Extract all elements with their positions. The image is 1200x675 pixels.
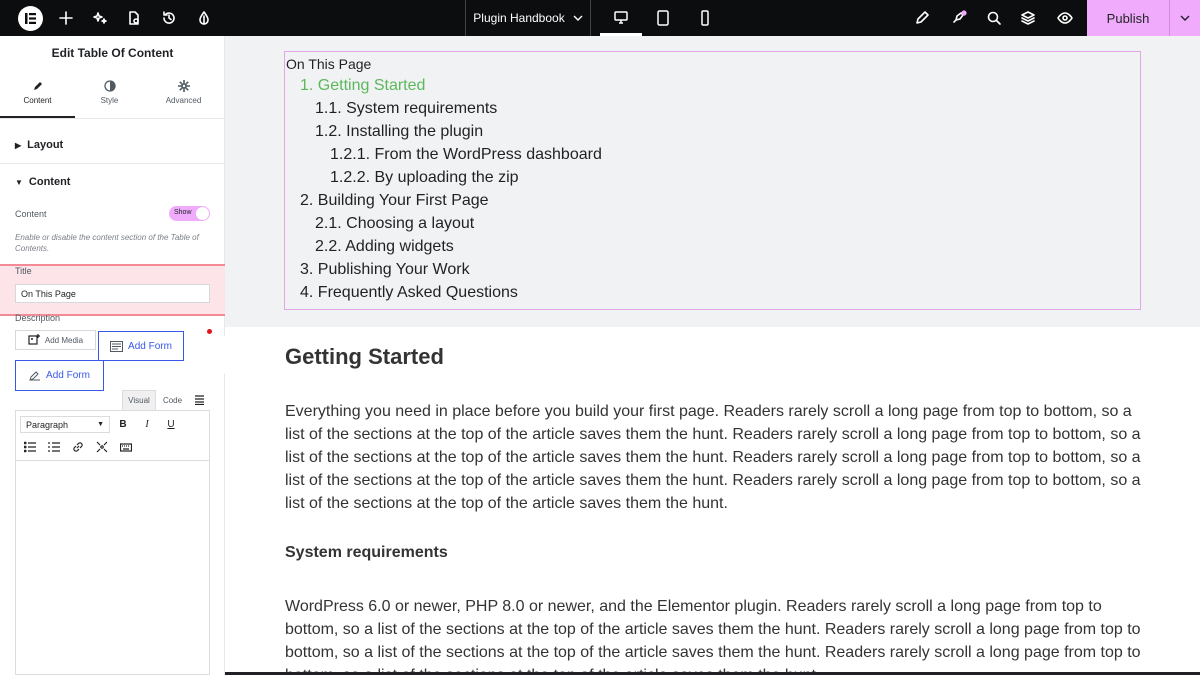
add-form-label: Add Form <box>128 340 172 352</box>
toc-item[interactable]: 1. Getting Started <box>300 77 425 95</box>
tab-advanced[interactable]: Advanced <box>146 80 221 114</box>
tab-advanced-label: Advanced <box>165 96 202 105</box>
tab-style[interactable]: Style <box>72 80 147 114</box>
article-subheading: System requirements <box>285 544 448 561</box>
form-icon <box>110 340 124 352</box>
dropdown-arrow-icon: ▼ <box>97 421 104 428</box>
publish-button[interactable]: Publish <box>1087 0 1169 36</box>
toc-item[interactable]: 1.2.2. By uploading the zip <box>330 169 519 187</box>
add-form-button-secondary[interactable]: Add Form <box>15 360 104 391</box>
section-content-toggle[interactable]: ▼ Content <box>15 176 70 188</box>
structure-layers-icon[interactable] <box>1011 0 1045 36</box>
notification-dot <box>207 329 212 334</box>
section-layout-toggle[interactable]: ▶ Layout <box>15 139 63 151</box>
editor-panel: Edit Table Of Content Content Style Adva… <box>0 36 225 675</box>
content-control-label: Content <box>15 209 47 219</box>
title-control-label: Title <box>15 266 32 276</box>
add-media-icon <box>28 334 40 345</box>
half-circle-icon <box>103 80 116 92</box>
divider <box>0 118 225 119</box>
toc-item[interactable]: 1.2.1. From the WordPress dashboard <box>330 146 602 164</box>
toc-item[interactable]: 1.2. Installing the plugin <box>315 123 483 141</box>
chevron-down-icon <box>573 15 583 21</box>
toggle-label: Show <box>174 209 192 216</box>
toc-item[interactable]: 2. Building Your First Page <box>300 192 489 210</box>
pencil-icon <box>33 82 42 90</box>
fullscreen-icon[interactable] <box>96 440 110 453</box>
toc-item[interactable]: 1.1. System requirements <box>315 100 497 118</box>
section-content-label: Content <box>28 176 71 188</box>
tablet-view-icon[interactable] <box>642 0 684 36</box>
mobile-view-icon[interactable] <box>684 0 726 36</box>
elementor-logo-icon[interactable] <box>18 6 43 31</box>
ai-sparkle-icon[interactable] <box>83 0 117 36</box>
search-icon[interactable] <box>977 0 1011 36</box>
content-help-text: Enable or disable the content section of… <box>15 233 199 253</box>
page-name: Plugin Handbook <box>473 11 565 25</box>
toolbar-toggle-icon[interactable] <box>190 390 208 410</box>
form-edit-icon <box>29 371 41 381</box>
tab-content-label: Content <box>23 96 52 105</box>
toc-item[interactable]: 4. Frequently Asked Questions <box>300 284 518 302</box>
link-icon[interactable] <box>72 440 86 452</box>
description-editor[interactable]: Paragraph ▼ B I U <box>15 410 210 675</box>
add-form-label: Add Form <box>46 370 90 381</box>
toc-title: On This Page <box>286 56 372 72</box>
numbered-list-icon[interactable] <box>48 440 62 452</box>
tab-style-label: Style <box>100 96 119 105</box>
italic-button[interactable]: I <box>140 419 154 430</box>
preview-eye-icon[interactable] <box>1048 0 1082 36</box>
article-content: Getting Started Everything you need in p… <box>225 327 1200 675</box>
table-of-contents-widget[interactable]: On This Page 1. Getting Started 1.1. Sys… <box>284 51 1141 310</box>
add-form-button[interactable]: Add Form <box>98 331 184 361</box>
toggle-knob <box>196 207 209 220</box>
title-input[interactable] <box>15 284 210 303</box>
editor-toolbar: Paragraph ▼ B I U <box>16 411 209 461</box>
history-icon[interactable] <box>152 0 186 36</box>
toc-item[interactable]: 3. Publishing Your Work <box>300 261 470 279</box>
caret-right-icon: ▶ <box>15 140 22 150</box>
site-settings-icon[interactable] <box>187 0 221 36</box>
tab-content[interactable]: Content <box>0 80 75 114</box>
page-selector[interactable]: Plugin Handbook <box>465 0 591 36</box>
site-settings-brush-icon[interactable] <box>905 0 939 36</box>
add-element-icon[interactable] <box>49 0 83 36</box>
gear-icon <box>177 80 190 92</box>
caret-down-icon: ▼ <box>15 177 23 187</box>
editor-tab-visual[interactable]: Visual <box>122 390 156 410</box>
desktop-view-icon[interactable] <box>600 0 642 36</box>
editor-tab-code[interactable]: Code <box>157 390 188 410</box>
top-bar: Plugin Handbook Publish <box>0 0 1200 36</box>
bold-button[interactable]: B <box>116 419 130 430</box>
toc-item[interactable]: 2.2. Adding widgets <box>315 238 454 256</box>
preview-canvas: On This Page 1. Getting Started 1.1. Sys… <box>225 36 1200 675</box>
bullet-list-icon[interactable] <box>23 440 38 453</box>
page-settings-icon[interactable] <box>117 0 151 36</box>
add-media-button[interactable]: Add Media <box>15 330 96 350</box>
toc-section: On This Page 1. Getting Started 1.1. Sys… <box>225 36 1200 327</box>
add-media-label: Add Media <box>44 335 84 345</box>
section-layout-label: Layout <box>27 139 64 151</box>
divider <box>0 163 225 164</box>
content-show-toggle[interactable]: Show <box>169 206 210 221</box>
paragraph-format-value: Paragraph <box>26 419 69 430</box>
article-intro-paragraph: Everything you need in place before you … <box>285 403 1141 512</box>
keyboard-icon[interactable] <box>119 440 134 452</box>
chevron-down-icon <box>1180 15 1190 21</box>
paragraph-format-select[interactable]: Paragraph ▼ <box>20 416 110 433</box>
description-label: Description <box>15 313 61 323</box>
article-heading: Getting Started <box>285 344 444 369</box>
notifications-icon[interactable] <box>942 0 976 36</box>
panel-title: Edit Table Of Content <box>51 46 174 60</box>
underline-button[interactable]: U <box>164 419 178 430</box>
publish-options-button[interactable] <box>1169 0 1200 36</box>
toc-item[interactable]: 2.1. Choosing a layout <box>315 215 474 233</box>
requirements-paragraph: WordPress 6.0 or newer, PHP 8.0 or newer… <box>285 598 1141 675</box>
